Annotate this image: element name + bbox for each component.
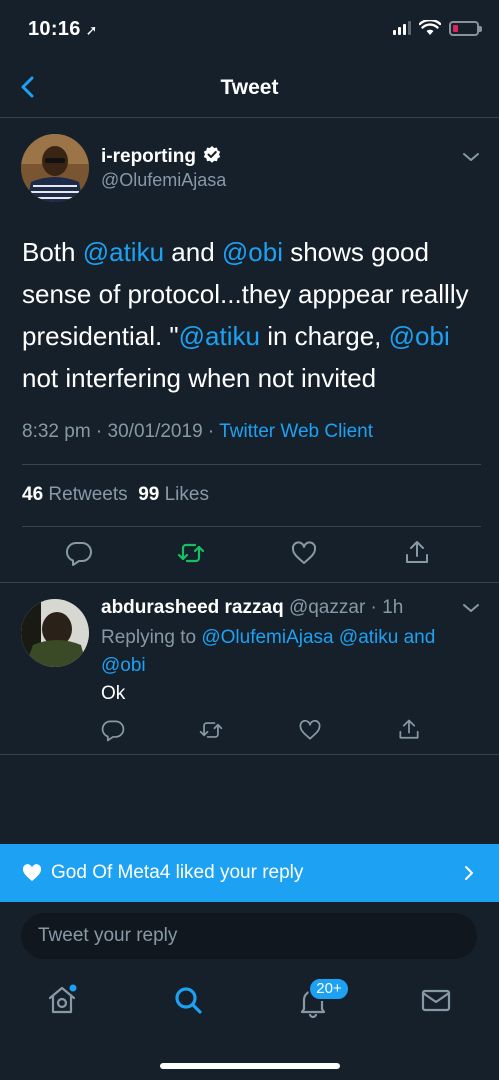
- tweet-timestamp: 8:32 pm · 30/01/2019 · Twitter Web Clien…: [22, 421, 373, 443]
- mention-link[interactable]: @atiku: [339, 627, 398, 648]
- tweet-text: Both @atiku and @obi shows good sense of…: [22, 231, 482, 399]
- verified-badge-icon: [203, 146, 221, 163]
- mention-link[interactable]: @atiku: [83, 237, 164, 267]
- battery-icon: [449, 20, 482, 36]
- home-indicator[interactable]: [160, 1063, 340, 1069]
- author-handle[interactable]: @OlufemiAjasa: [101, 170, 226, 191]
- reply-time: · 1h: [365, 597, 404, 618]
- reply-author-handle[interactable]: @qazzar: [289, 597, 365, 618]
- reply-icon[interactable]: [64, 538, 94, 568]
- chevron-down-icon[interactable]: [461, 150, 481, 164]
- timestamp-text: 8:32 pm · 30/01/2019 ·: [22, 421, 220, 442]
- search-icon[interactable]: [170, 982, 206, 1018]
- messages-mail-icon[interactable]: [418, 982, 454, 1018]
- share-icon[interactable]: [396, 717, 422, 743]
- retweet-icon[interactable]: [198, 717, 224, 743]
- reply-author-name[interactable]: abdurasheed razzaq: [101, 597, 284, 618]
- page-title: Tweet: [220, 76, 279, 99]
- navigation-header: Tweet: [0, 60, 499, 118]
- divider: [22, 526, 481, 527]
- status-time: 10:16 ➚: [28, 18, 98, 41]
- heart-filled-icon: [22, 864, 42, 881]
- chevron-right-icon: [465, 866, 473, 880]
- notification-text: God Of Meta4 liked your reply: [51, 862, 304, 883]
- reply-avatar[interactable]: [21, 599, 89, 667]
- reply-header: abdurasheed razzaq @qazzar · 1h: [101, 597, 403, 619]
- reply-actions: [0, 717, 499, 747]
- status-icons: [393, 20, 482, 36]
- likes-label[interactable]: Likes: [165, 484, 209, 505]
- like-notification-banner[interactable]: God Of Meta4 liked your reply: [0, 844, 499, 902]
- mention-link[interactable]: @OlufemiAjasa: [201, 627, 333, 648]
- reply-text: Ok: [101, 683, 126, 704]
- tweet-actions: [0, 538, 499, 582]
- home-icon[interactable]: [44, 982, 80, 1018]
- retweets-label[interactable]: Retweets: [48, 484, 127, 505]
- heart-icon[interactable]: [289, 538, 319, 568]
- reply-tweet[interactable]: abdurasheed razzaq @qazzar · 1h Replying…: [0, 583, 499, 755]
- wifi-icon: [419, 20, 441, 35]
- cellular-signal-icon: [393, 21, 411, 35]
- author-avatar[interactable]: [21, 134, 89, 202]
- retweet-icon[interactable]: [176, 538, 206, 568]
- reply-input[interactable]: [21, 913, 477, 959]
- notifications-badge: 20+: [308, 977, 350, 1001]
- mention-link[interactable]: @atiku: [179, 321, 260, 351]
- retweets-count[interactable]: 46: [22, 484, 43, 505]
- replying-prefix: Replying to: [101, 627, 202, 648]
- tweet-text-segment: Both: [22, 237, 83, 267]
- author-name[interactable]: i-reporting: [101, 145, 222, 168]
- mention-link[interactable]: @obi: [389, 321, 450, 351]
- tweet-text-segment: in charge,: [259, 321, 389, 351]
- heart-icon[interactable]: [297, 717, 323, 743]
- reply-icon[interactable]: [100, 717, 126, 743]
- location-arrow-icon: ➚: [85, 22, 98, 38]
- clock-text: 10:16: [28, 18, 81, 40]
- mention-link[interactable]: @obi: [222, 237, 283, 267]
- replying-to: Replying to @OlufemiAjasa @atiku and @obi: [101, 624, 471, 680]
- tweet-stats: 46 Retweets 99 Likes: [22, 484, 209, 506]
- divider: [22, 464, 481, 465]
- likes-count[interactable]: 99: [138, 484, 159, 505]
- tweet-text-segment: and: [164, 237, 222, 267]
- share-icon[interactable]: [402, 538, 432, 568]
- chevron-down-icon[interactable]: [461, 601, 481, 615]
- status-bar: 10:16 ➚: [0, 0, 499, 60]
- tweet-text-segment: not interfering when not invited: [22, 363, 377, 393]
- replying-and-text: and: [403, 627, 436, 648]
- client-link[interactable]: Twitter Web Client: [219, 421, 373, 442]
- tab-bar: [0, 968, 499, 1038]
- author-name-text: i-reporting: [101, 146, 196, 167]
- mention-link[interactable]: @obi: [101, 655, 146, 676]
